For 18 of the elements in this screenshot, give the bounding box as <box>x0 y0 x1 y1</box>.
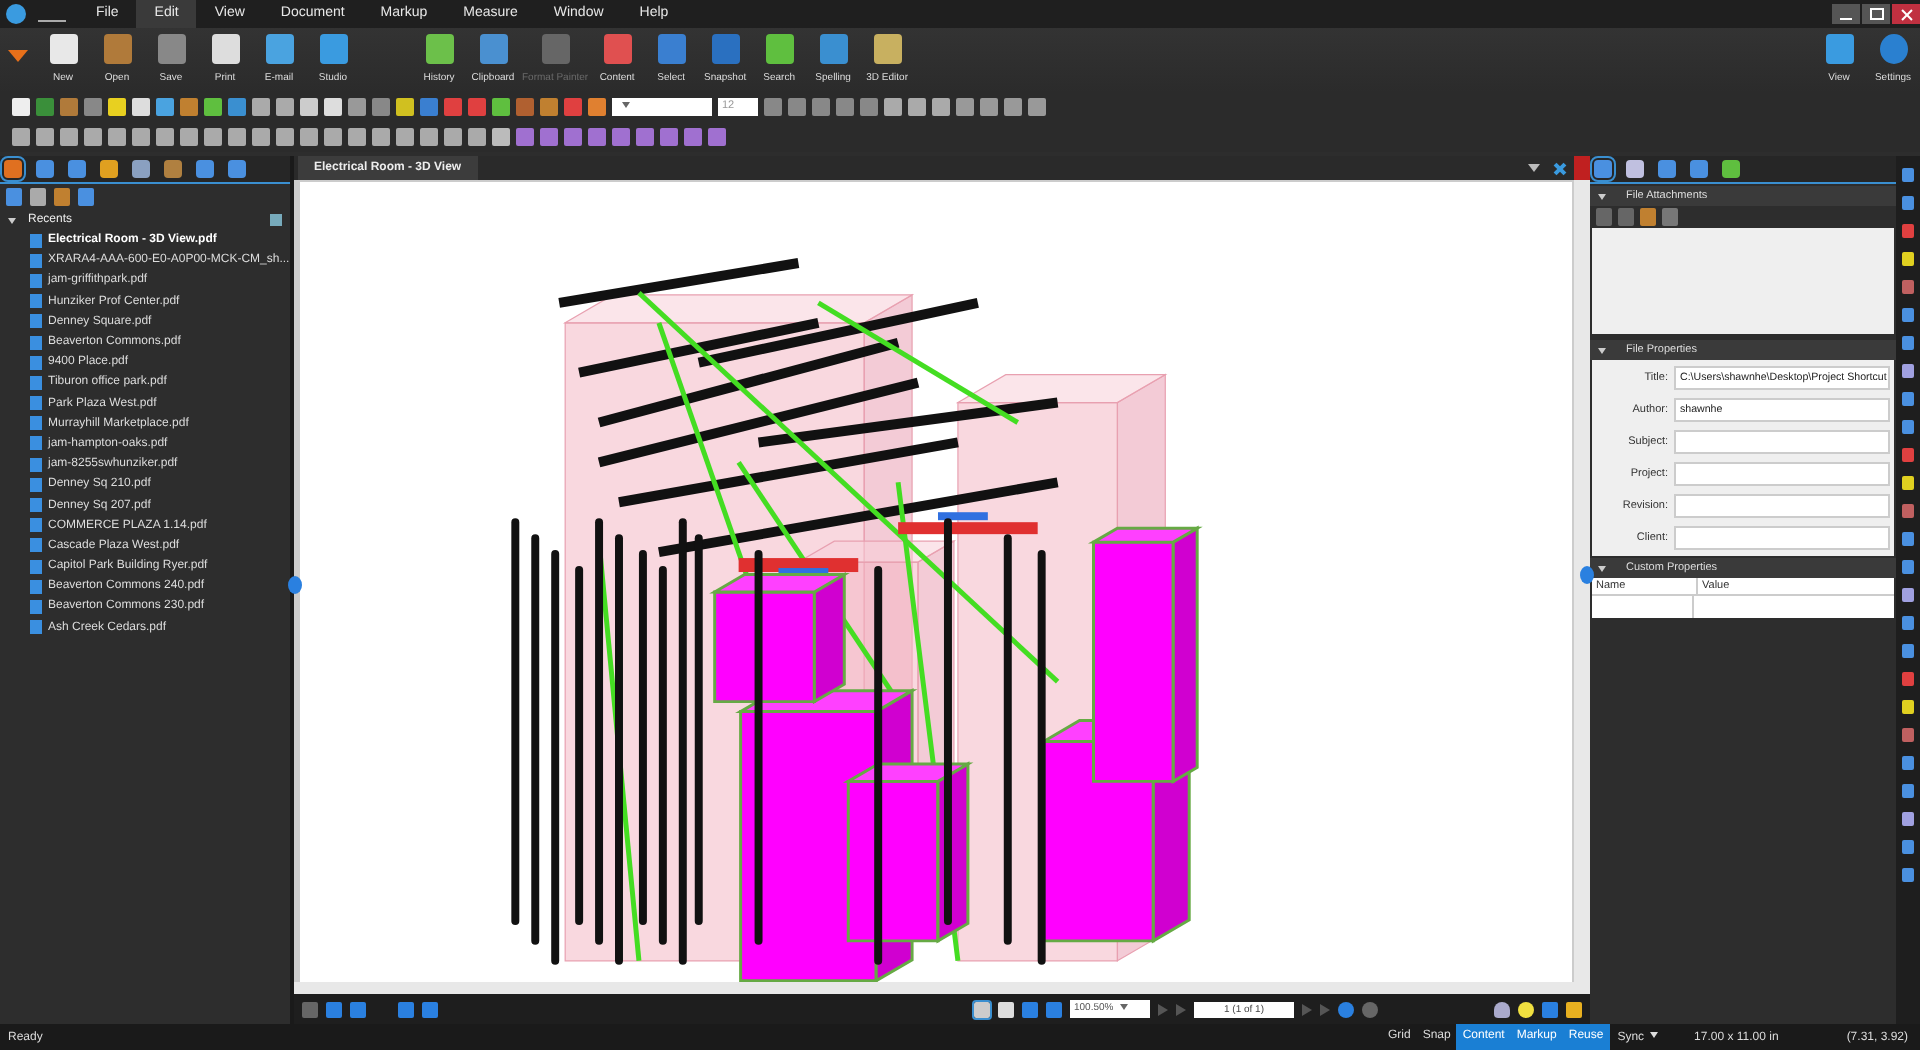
text-field[interactable] <box>1674 430 1890 454</box>
minimize-icon[interactable] <box>1832 4 1860 24</box>
vertical-scrollbar[interactable] <box>1572 180 1590 982</box>
collapse-handle[interactable] <box>288 576 302 594</box>
text-field[interactable] <box>1674 526 1890 550</box>
close-icon[interactable] <box>1552 161 1566 175</box>
restore-icon[interactable] <box>1862 4 1890 24</box>
font-family-dropdown[interactable] <box>612 98 712 116</box>
close-icon[interactable] <box>1892 4 1920 24</box>
text-field[interactable] <box>1674 494 1890 518</box>
app-logo-icon[interactable] <box>6 4 26 24</box>
expand-caret-icon[interactable] <box>1598 193 1606 199</box>
text-field[interactable] <box>1674 462 1890 486</box>
caret-icon[interactable] <box>1528 164 1540 172</box>
expand-caret-icon[interactable] <box>8 217 16 223</box>
horizontal-scrollbar[interactable] <box>294 982 1590 994</box>
expand-caret-icon[interactable] <box>1598 347 1606 353</box>
caret-icon[interactable] <box>8 50 28 62</box>
